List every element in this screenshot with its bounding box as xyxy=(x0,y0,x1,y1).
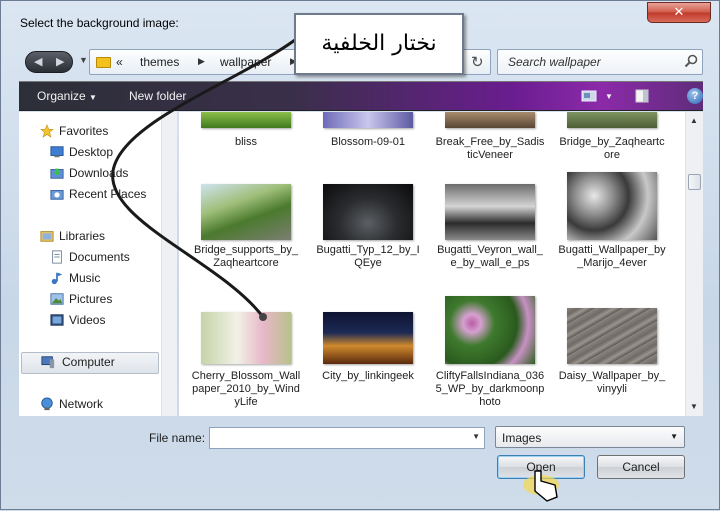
thumbnail-daisy[interactable] xyxy=(567,308,657,364)
search-input[interactable]: Search wallpaper xyxy=(508,55,601,69)
help-icon[interactable]: ? xyxy=(687,88,703,104)
file-list: bliss Blossom-09-01 Break_Free_by_Sadist… xyxy=(179,112,685,416)
search-box[interactable]: Search wallpaper xyxy=(497,49,703,75)
nav-computer-label: Computer xyxy=(62,355,115,369)
nav-computer[interactable]: Computer xyxy=(21,352,159,374)
thumbnail-bugatti-wallpaper[interactable] xyxy=(567,172,657,240)
dialog-title: Select the background image: xyxy=(20,16,179,30)
file-label[interactable]: CliftyFallsIndiana_0365_WP_by_darkmoonph… xyxy=(435,370,545,409)
nav-pictures-label: Pictures xyxy=(69,292,113,306)
thumbnail-bugatti-typ[interactable] xyxy=(323,184,413,240)
cancel-button[interactable]: Cancel xyxy=(597,455,685,479)
search-icon[interactable] xyxy=(684,54,698,68)
file-list-scrollbar[interactable]: ▲ ▼ xyxy=(685,112,703,416)
breadcrumb-wallpaper[interactable]: wallpaper xyxy=(220,55,271,69)
file-label[interactable]: Blossom-09-01 xyxy=(313,136,423,149)
view-options-dropdown-icon[interactable]: ▼ xyxy=(605,92,613,101)
nav-libraries-label: Libraries xyxy=(59,229,106,243)
file-label[interactable]: Daisy_Wallpaper_by_vinyyli xyxy=(557,370,667,396)
recent-locations-dropdown-icon[interactable]: ▼ xyxy=(79,55,88,65)
documents-icon xyxy=(52,250,62,264)
breadcrumb-separator-icon[interactable]: ▶ xyxy=(198,56,205,67)
file-label[interactable]: bliss xyxy=(191,136,301,149)
back-arrow-icon[interactable]: ◀ xyxy=(34,55,42,68)
recent-places-icon xyxy=(50,190,64,200)
file-label[interactable]: Bridge_supports_by_Zaqheartcore xyxy=(191,244,301,270)
thumbnail-bridge-supports[interactable] xyxy=(201,184,291,240)
nav-music-label: Music xyxy=(69,271,101,285)
file-label[interactable]: Cherry_Blossom_Wallpaper_2010_by_WindyLi… xyxy=(191,370,301,409)
navigation-pane: Favorites Desktop Downloads Recent Place… xyxy=(19,112,177,416)
file-name-dropdown-icon[interactable]: ▼ xyxy=(472,432,480,441)
computer-icon xyxy=(41,356,55,369)
thumbnail-bugatti-veyron[interactable] xyxy=(445,184,535,240)
star-icon xyxy=(40,124,54,138)
close-button[interactable]: ✕ xyxy=(647,2,711,23)
organize-label: Organize xyxy=(37,89,86,103)
file-type-dropdown-icon[interactable]: ▼ xyxy=(670,432,678,441)
file-type-value: Images xyxy=(502,431,542,445)
new-folder-button[interactable]: New folder xyxy=(129,89,186,103)
scroll-thumb[interactable] xyxy=(688,174,701,190)
breadcrumb-overflow[interactable]: « xyxy=(116,55,123,69)
folder-icon xyxy=(96,57,111,68)
file-label[interactable]: Bridge_by_Zaqheartcore xyxy=(557,136,667,162)
videos-icon xyxy=(50,314,64,326)
file-name-label: File name: xyxy=(149,431,206,445)
file-label[interactable]: Bugatti_Veyron_wall_e_by_wall_e_ps xyxy=(435,244,545,270)
file-label[interactable]: City_by_linkingeek xyxy=(313,370,423,383)
file-name-input[interactable]: ▼ xyxy=(209,427,485,449)
file-type-select[interactable]: Images ▼ xyxy=(495,426,685,448)
thumbnail-city[interactable] xyxy=(323,312,413,364)
navigation-scrollbar[interactable] xyxy=(161,112,177,416)
desktop-icon xyxy=(50,146,64,158)
command-toolbar: Organize ▼ New folder ▼ ? xyxy=(19,81,703,111)
change-view-icon[interactable] xyxy=(581,89,597,103)
network-icon xyxy=(41,397,53,411)
thumbnail-bridge[interactable] xyxy=(567,112,657,128)
pictures-icon xyxy=(50,293,64,305)
organize-button[interactable]: Organize ▼ xyxy=(37,89,97,103)
nav-recent-places-label: Recent Places xyxy=(69,187,147,201)
downloads-folder-icon xyxy=(50,168,64,179)
scroll-down-icon[interactable]: ▼ xyxy=(690,402,698,411)
breadcrumb-themes[interactable]: themes xyxy=(140,55,179,69)
refresh-icon[interactable]: ↻ xyxy=(471,53,484,71)
thumbnail-blossom[interactable] xyxy=(323,112,413,128)
file-label[interactable]: Bugatti_Typ_12_by_IQEye xyxy=(313,244,423,270)
thumbnail-cherry-blossom[interactable] xyxy=(201,312,291,364)
file-open-dialog: Select the background image: ✕ ◀ ▶ ▼ « t… xyxy=(0,0,720,510)
annotation-callout: نختار الخلفية xyxy=(294,13,464,75)
open-button[interactable]: Open xyxy=(497,455,585,479)
forward-arrow-icon[interactable]: ▶ xyxy=(56,55,64,68)
thumbnail-bliss[interactable] xyxy=(201,112,291,128)
file-label[interactable]: Bugatti_Wallpaper_by_Marijo_4ever xyxy=(557,244,667,270)
thumbnail-clifty-falls[interactable] xyxy=(445,296,535,364)
back-forward-buttons[interactable]: ◀ ▶ xyxy=(25,51,73,73)
nav-videos-label: Videos xyxy=(69,313,106,327)
nav-desktop-label: Desktop xyxy=(69,145,114,159)
music-icon xyxy=(51,272,63,285)
nav-downloads-label: Downloads xyxy=(69,166,129,180)
nav-network-label: Network xyxy=(59,397,104,411)
thumbnail-break-free[interactable] xyxy=(445,112,535,128)
file-label[interactable]: Break_Free_by_SadisticVeneer xyxy=(435,136,545,162)
nav-documents-label: Documents xyxy=(69,250,130,264)
scroll-up-icon[interactable]: ▲ xyxy=(690,116,698,125)
preview-pane-icon[interactable] xyxy=(635,89,649,103)
nav-favorites-label: Favorites xyxy=(59,124,109,138)
libraries-icon xyxy=(40,231,54,242)
